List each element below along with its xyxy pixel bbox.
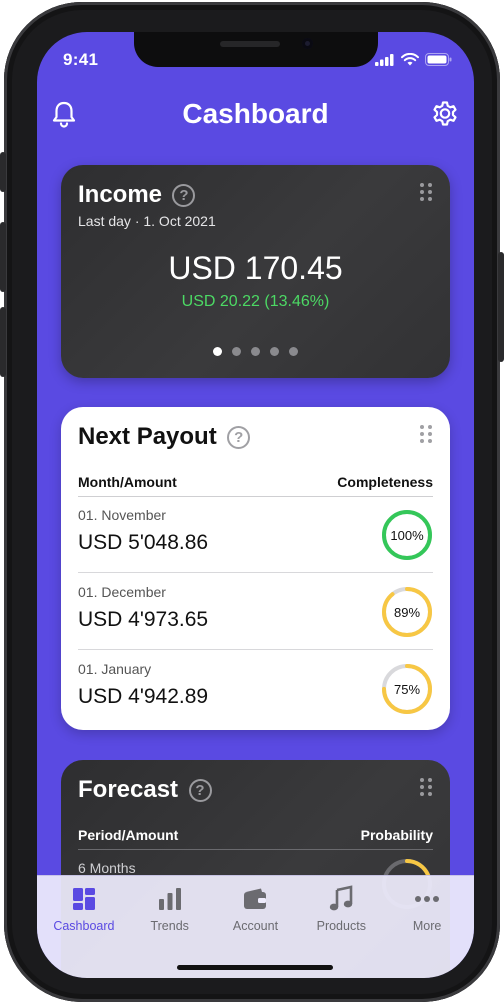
front-camera: [302, 38, 313, 49]
wallet-icon: [244, 888, 267, 909]
income-amount: USD 170.45: [168, 250, 343, 286]
bar-chart-icon: [158, 888, 181, 910]
wifi-icon: [401, 53, 419, 66]
tab-label: Trends: [150, 919, 189, 933]
page-dot[interactable]: [270, 347, 279, 356]
income-change: USD 20.22 (13.46%): [181, 293, 330, 310]
drag-handle-icon[interactable]: [420, 425, 432, 443]
tab-label: More: [412, 919, 442, 933]
notch: [134, 32, 378, 67]
tab-label: Account: [232, 919, 279, 933]
tab-account[interactable]: Account: [213, 884, 297, 978]
payout-date: 01. January: [78, 661, 152, 677]
tab-bar: Cashboard Trends Account Products More: [37, 875, 474, 978]
screen: 9:41 Cashboard Income ? Last day · 1. Oc…: [37, 32, 474, 978]
battery-icon: [425, 53, 452, 66]
tab-trends[interactable]: Trends: [128, 884, 212, 978]
payout-date: 01. December: [78, 584, 166, 600]
drag-handle-icon[interactable]: [420, 778, 432, 796]
completeness-ring: 89%: [382, 587, 432, 637]
column-period-amount: Period/Amount: [78, 827, 179, 843]
payout-row[interactable]: 01. December USD 4'973.65 89%: [78, 573, 433, 650]
gear-icon[interactable]: [430, 99, 460, 129]
tab-more[interactable]: More: [385, 884, 469, 978]
completeness-label: 100%: [390, 528, 424, 543]
payout-list: 01. November USD 5'048.86 100% 01. Decem…: [78, 496, 433, 727]
forecast-period: 6 Months: [78, 860, 136, 876]
completeness-ring: 100%: [382, 510, 432, 560]
speaker: [220, 41, 280, 47]
dashboard-icon: [72, 888, 95, 910]
tab-label: Products: [316, 919, 366, 933]
page-title: Cashboard: [182, 98, 329, 129]
income-subtitle: Last day · 1. Oct 2021: [78, 213, 216, 229]
completeness-label: 75%: [394, 682, 420, 697]
payout-amount: USD 5'048.86: [78, 531, 209, 554]
tab-products[interactable]: Products: [299, 884, 383, 978]
column-probability: Probability: [360, 827, 433, 843]
music-note-icon: [330, 885, 353, 911]
forecast-title-row: Forecast ?: [78, 776, 212, 804]
payout-row[interactable]: 01. January USD 4'942.89 75%: [78, 650, 433, 727]
column-month-amount: Month/Amount: [78, 474, 177, 490]
next-payout-card[interactable]: Next Payout ? Month/Amount Completeness …: [61, 407, 450, 730]
income-card[interactable]: Income ? Last day · 1. Oct 2021 USD 170.…: [61, 165, 450, 378]
help-icon[interactable]: ?: [227, 425, 251, 449]
tab-cashboard[interactable]: Cashboard: [42, 884, 126, 978]
income-title: Income: [78, 181, 163, 208]
tab-label: Cashboard: [53, 919, 115, 933]
forecast-title: Forecast: [78, 776, 179, 803]
help-icon[interactable]: ?: [172, 183, 196, 207]
volume-down-button: [0, 307, 6, 377]
forecast-column-header: Period/Amount Probability: [78, 827, 433, 850]
payout-row[interactable]: 01. November USD 5'048.86 100%: [78, 496, 433, 573]
page-dot[interactable]: [289, 347, 298, 356]
page-indicator[interactable]: [61, 347, 450, 356]
completeness-ring: 75%: [382, 664, 432, 714]
status-time: 9:41: [63, 50, 99, 69]
help-icon[interactable]: ?: [188, 778, 212, 802]
column-completeness: Completeness: [337, 474, 433, 490]
payout-date: 01. November: [78, 507, 166, 523]
page-dot[interactable]: [232, 347, 241, 356]
signal-icon: [375, 53, 394, 66]
payout-amount: USD 4'942.89: [78, 685, 209, 708]
mute-switch: [0, 152, 6, 192]
home-indicator[interactable]: [177, 965, 333, 970]
drag-handle-icon[interactable]: [420, 183, 432, 201]
status-icons: [375, 53, 452, 66]
payout-title: Next Payout: [78, 423, 217, 450]
income-title-row: Income ?: [78, 181, 196, 209]
power-button: [498, 252, 504, 362]
more-icon: [415, 896, 440, 902]
page-dot[interactable]: [251, 347, 260, 356]
phone-frame: 9:41 Cashboard Income ? Last day · 1. Oc…: [0, 2, 504, 1002]
page-dot[interactable]: [213, 347, 222, 356]
payout-column-header: Month/Amount Completeness: [78, 474, 433, 497]
completeness-label: 89%: [394, 605, 420, 620]
volume-up-button: [0, 222, 6, 292]
payout-amount: USD 4'973.65: [78, 608, 209, 631]
payout-title-row: Next Payout ?: [78, 423, 251, 451]
